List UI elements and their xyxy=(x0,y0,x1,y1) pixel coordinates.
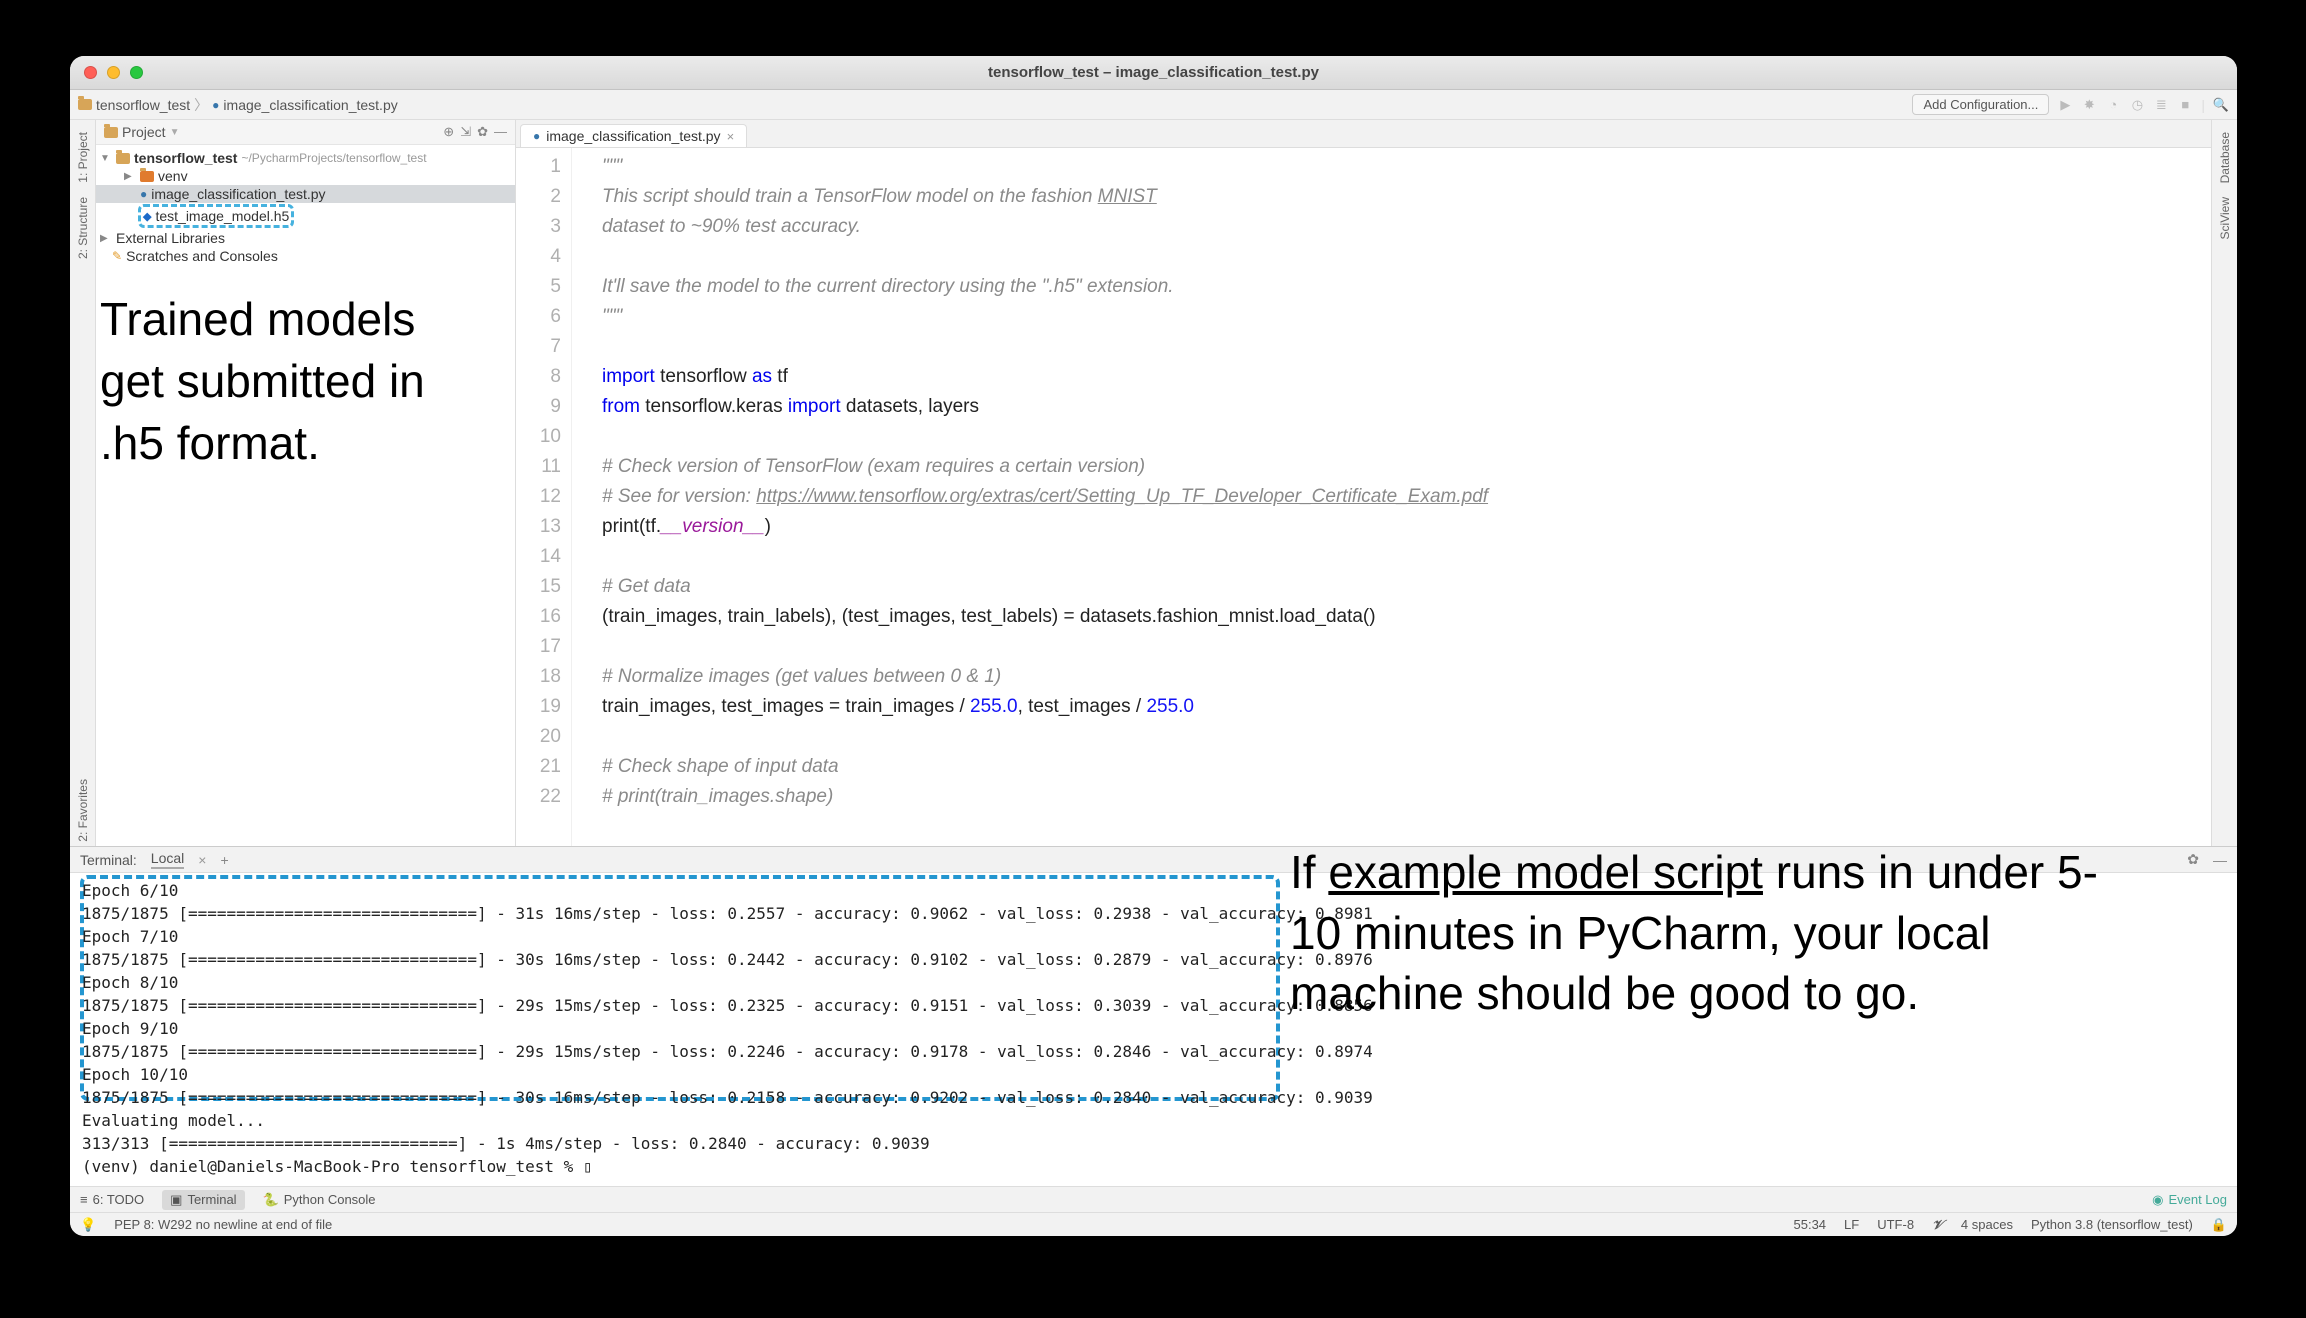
chevron-down-icon[interactable]: ▼ xyxy=(170,127,180,138)
tree-item-venv[interactable]: ▶ venv xyxy=(96,167,515,185)
breadcrumb-separator: 〉 xyxy=(194,95,208,115)
editor-tab-label: image_classification_test.py xyxy=(546,128,720,144)
concurrency-icon[interactable]: ≣ xyxy=(2153,97,2169,113)
terminal-new-tab-icon[interactable]: + xyxy=(220,852,228,868)
status-hint-icon: 💡 xyxy=(80,1217,96,1233)
close-tab-icon[interactable]: × xyxy=(727,129,735,144)
python-file-icon: ● xyxy=(533,129,540,143)
editor-tabs: ● image_classification_test.py × xyxy=(516,120,2211,148)
status-indent[interactable]: 4 spaces xyxy=(1961,1217,2013,1232)
expand-all-icon[interactable]: ⇲ xyxy=(460,124,471,140)
bottom-tool-tabs: ≡ 6: TODO ▣ Terminal 🐍 Python Console ◉ … xyxy=(70,1186,2237,1212)
tab-event-log[interactable]: ◉ Event Log xyxy=(2152,1192,2227,1208)
folder-icon xyxy=(140,171,154,182)
project-panel-title[interactable]: Project xyxy=(122,124,166,140)
tab-todo[interactable]: ≡ 6: TODO xyxy=(80,1192,144,1207)
add-configuration-button[interactable]: Add Configuration... xyxy=(1912,94,2049,115)
tree-label: test_image_model.h5 xyxy=(155,208,289,224)
status-lock-icon[interactable]: 🔒 xyxy=(2211,1217,2227,1233)
breadcrumb-project[interactable]: tensorflow_test xyxy=(96,97,190,113)
locate-icon[interactable]: ⊕ xyxy=(443,124,454,140)
rail-project-tab[interactable]: 1: Project xyxy=(76,128,90,187)
nav-bar: tensorflow_test 〉 ● image_classification… xyxy=(70,90,2237,120)
h5-file-icon: ◆ xyxy=(143,210,151,223)
chevron-right-icon[interactable]: ▶ xyxy=(100,233,112,244)
folder-icon xyxy=(78,99,92,110)
tab-python-console[interactable]: 🐍 Python Console xyxy=(263,1192,376,1208)
terminal-tab-close-icon[interactable]: × xyxy=(198,852,206,868)
tree-root-path: ~/PycharmProjects/tensorflow_test xyxy=(241,151,426,165)
profiler-icon[interactable]: ◷ xyxy=(2129,97,2145,113)
project-tool-window: Project ▼ ⊕ ⇲ ✿ — ▼ tensorflow_test ~/Py… xyxy=(96,120,516,846)
rail-favorites-tab[interactable]: 2: Favorites xyxy=(76,775,90,846)
chevron-down-icon[interactable]: ▼ xyxy=(100,153,112,164)
coverage-icon[interactable]: ◔ xyxy=(2105,97,2121,113)
hide-panel-icon[interactable]: — xyxy=(494,124,507,140)
tab-terminal[interactable]: ▣ Terminal xyxy=(162,1190,244,1210)
tree-root-name: tensorflow_test xyxy=(134,150,237,166)
annotation-left: Trained models get submitted in .h5 form… xyxy=(100,288,480,474)
tree-item-model[interactable]: ◆ test_image_model.h5 xyxy=(96,203,515,229)
project-tree: ▼ tensorflow_test ~/PycharmProjects/tens… xyxy=(96,145,515,269)
editor-area: ● image_classification_test.py × 1234567… xyxy=(516,120,2211,846)
tree-item-script[interactable]: ● image_classification_test.py xyxy=(96,185,515,203)
status-message: PEP 8: W292 no newline at end of file xyxy=(114,1217,332,1232)
right-tool-rail: Database SciView xyxy=(2211,120,2237,846)
python-file-icon: ● xyxy=(140,187,147,201)
terminal-output: Epoch 6/10 1875/1875 [==================… xyxy=(82,879,1373,1178)
search-everywhere-icon[interactable]: 🔍 xyxy=(2213,97,2229,113)
terminal-settings-icon[interactable]: ✿ xyxy=(2187,851,2199,868)
code-editor[interactable]: 12345678910111213141516171819202122 """T… xyxy=(516,148,2211,846)
tree-label: External Libraries xyxy=(116,230,225,246)
tree-root[interactable]: ▼ tensorflow_test ~/PycharmProjects/tens… xyxy=(96,149,515,167)
status-line-sep[interactable]: LF xyxy=(1844,1217,1859,1232)
terminal-hide-icon[interactable]: — xyxy=(2213,852,2227,868)
window-title: tensorflow_test – image_classification_t… xyxy=(70,64,2237,81)
tree-label: venv xyxy=(158,168,188,184)
tree-scratches[interactable]: ✎ Scratches and Consoles xyxy=(96,247,515,265)
status-interpreter[interactable]: Python 3.8 (tensorflow_test) xyxy=(2031,1217,2193,1232)
breadcrumb-file[interactable]: image_classification_test.py xyxy=(223,97,397,113)
status-caret-pos[interactable]: 55:34 xyxy=(1794,1217,1827,1232)
run-icon[interactable]: ▶ xyxy=(2057,97,2073,113)
stop-icon[interactable]: ■ xyxy=(2177,97,2193,113)
folder-icon xyxy=(116,153,130,164)
python-file-icon: ● xyxy=(212,98,219,112)
code-lines[interactable]: """This script should train a TensorFlow… xyxy=(572,148,1488,846)
scratch-icon: ✎ xyxy=(112,249,122,263)
settings-gear-icon[interactable]: ✿ xyxy=(477,124,488,140)
status-bar: 💡 PEP 8: W292 no newline at end of file … xyxy=(70,1212,2237,1236)
left-tool-rail: 1: Project 2: Structure 2: Favorites xyxy=(70,120,96,846)
rail-structure-tab[interactable]: 2: Structure xyxy=(76,193,90,263)
editor-tab[interactable]: ● image_classification_test.py × xyxy=(520,124,747,147)
folder-icon xyxy=(104,127,118,138)
titlebar: tensorflow_test – image_classification_t… xyxy=(70,56,2237,90)
tree-label: image_classification_test.py xyxy=(151,186,325,202)
chevron-right-icon[interactable]: ▶ xyxy=(124,171,136,182)
rail-database-tab[interactable]: Database xyxy=(2218,128,2232,187)
tree-label: Scratches and Consoles xyxy=(126,248,278,264)
tree-external-libraries[interactable]: ▶ External Libraries xyxy=(96,229,515,247)
rail-sciview-tab[interactable]: SciView xyxy=(2218,193,2232,243)
terminal-tab-local[interactable]: Local xyxy=(151,850,184,869)
debug-icon[interactable]: ✸ xyxy=(2081,97,2097,113)
ide-window: tensorflow_test – image_classification_t… xyxy=(70,56,2237,1236)
terminal-label: Terminal: xyxy=(80,852,137,868)
line-gutter: 12345678910111213141516171819202122 xyxy=(516,148,572,846)
status-git-icon[interactable]: 𝒱 xyxy=(1932,1217,1943,1233)
annotation-right: If example model script runs in under 5-… xyxy=(1290,842,2120,1024)
status-encoding[interactable]: UTF-8 xyxy=(1877,1217,1914,1232)
